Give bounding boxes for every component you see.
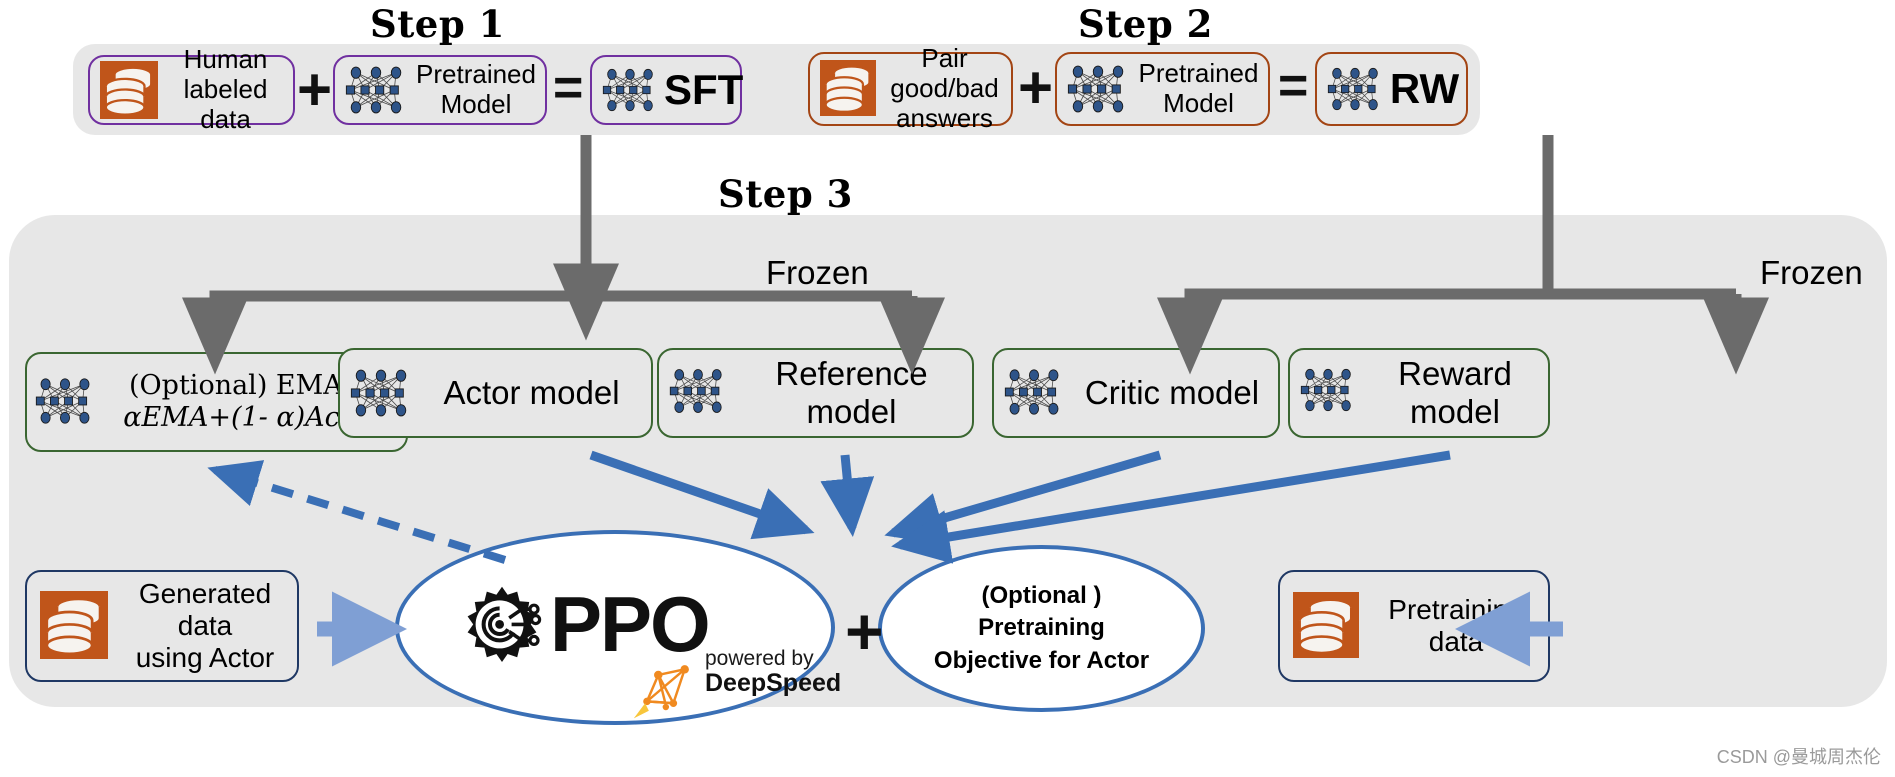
neural-network-icon	[602, 67, 658, 113]
reference-model-label: Reference model	[775, 355, 928, 430]
step1-data-label: Human labeled data	[183, 44, 268, 134]
step2-result-box: RW	[1315, 52, 1468, 126]
database-stack-icon	[1290, 592, 1364, 660]
pretraining-objective-ellipse: (Optional ) Pretraining Objective for Ac…	[878, 545, 1205, 712]
watermark: CSDN @曼城周杰伦	[1716, 747, 1881, 767]
step2-data-box: Pair good/bad answers	[808, 43, 1013, 133]
step2-plus: +	[1018, 54, 1054, 121]
gear-circuit-icon	[462, 582, 542, 667]
generated-data-box: Generated data using Actor	[25, 570, 299, 682]
step3-title: Step 3	[718, 172, 853, 216]
neural-network-icon	[350, 367, 412, 419]
step2-equals: =	[1278, 57, 1309, 115]
database-stack-icon	[37, 591, 113, 661]
database-stack-icon	[100, 61, 158, 119]
step1-model-label: Pretrained Model	[416, 59, 536, 119]
diagram-root: Step 1 Human labeled data + Pretrained M…	[0, 0, 1895, 777]
step2-data-label: Pair good/bad answers	[890, 43, 999, 133]
reward-model-box: Reward model	[1288, 348, 1550, 438]
deepspeed-logo-icon	[630, 658, 696, 729]
reward-model-label: Reward model	[1398, 355, 1512, 430]
step2-model-box: Pretrained Model	[1055, 52, 1270, 126]
step1-plus: +	[297, 56, 333, 123]
pretraining-objective-label: (Optional ) Pretraining Objective for Ac…	[933, 581, 1150, 674]
database-stack-icon	[820, 60, 878, 118]
step1-result-label: SFT	[664, 65, 744, 113]
pretraining-data-label: Pretraining data	[1388, 593, 1524, 657]
critic-model-box: Critic model	[992, 348, 1280, 438]
step1-result-box: SFT	[590, 55, 743, 125]
critic-model-label: Critic model	[1084, 374, 1260, 412]
generated-data-label: Generated data using Actor	[135, 577, 275, 674]
deepspeed-text: DeepSpeed	[705, 669, 842, 698]
neural-network-icon	[669, 367, 731, 419]
reference-model-box: Reference model	[657, 348, 974, 438]
step2-title: Step 2	[1078, 2, 1213, 46]
ellipse-plus: +	[845, 594, 884, 668]
step1-equals: =	[553, 59, 584, 117]
neural-network-icon	[1004, 367, 1066, 419]
frozen-label-left: Frozen	[766, 254, 869, 291]
neural-network-icon	[345, 64, 407, 116]
neural-network-icon	[1300, 367, 1362, 419]
step1-data-box: Human labeled data	[88, 44, 295, 134]
ppo-label: PPO	[550, 580, 711, 669]
ppo-logo-group: PPO	[462, 580, 711, 669]
step1-title: Step 1	[370, 2, 505, 46]
neural-network-icon	[35, 376, 97, 428]
powered-by-deepspeed: powered by DeepSpeed	[633, 647, 842, 719]
neural-network-icon	[1327, 66, 1383, 112]
step1-model-box: Pretrained Model	[333, 55, 547, 125]
pretraining-data-box: Pretraining data	[1278, 570, 1550, 682]
neural-network-icon	[1067, 63, 1129, 115]
step2-model-label: Pretrained Model	[1138, 58, 1259, 118]
actor-model-label: Actor model	[443, 374, 620, 412]
step2-result-label: RW	[1389, 64, 1460, 112]
frozen-label-right: Frozen	[1760, 254, 1863, 291]
actor-model-box: Actor model	[338, 348, 653, 438]
powered-by-text: powered by	[705, 647, 814, 670]
